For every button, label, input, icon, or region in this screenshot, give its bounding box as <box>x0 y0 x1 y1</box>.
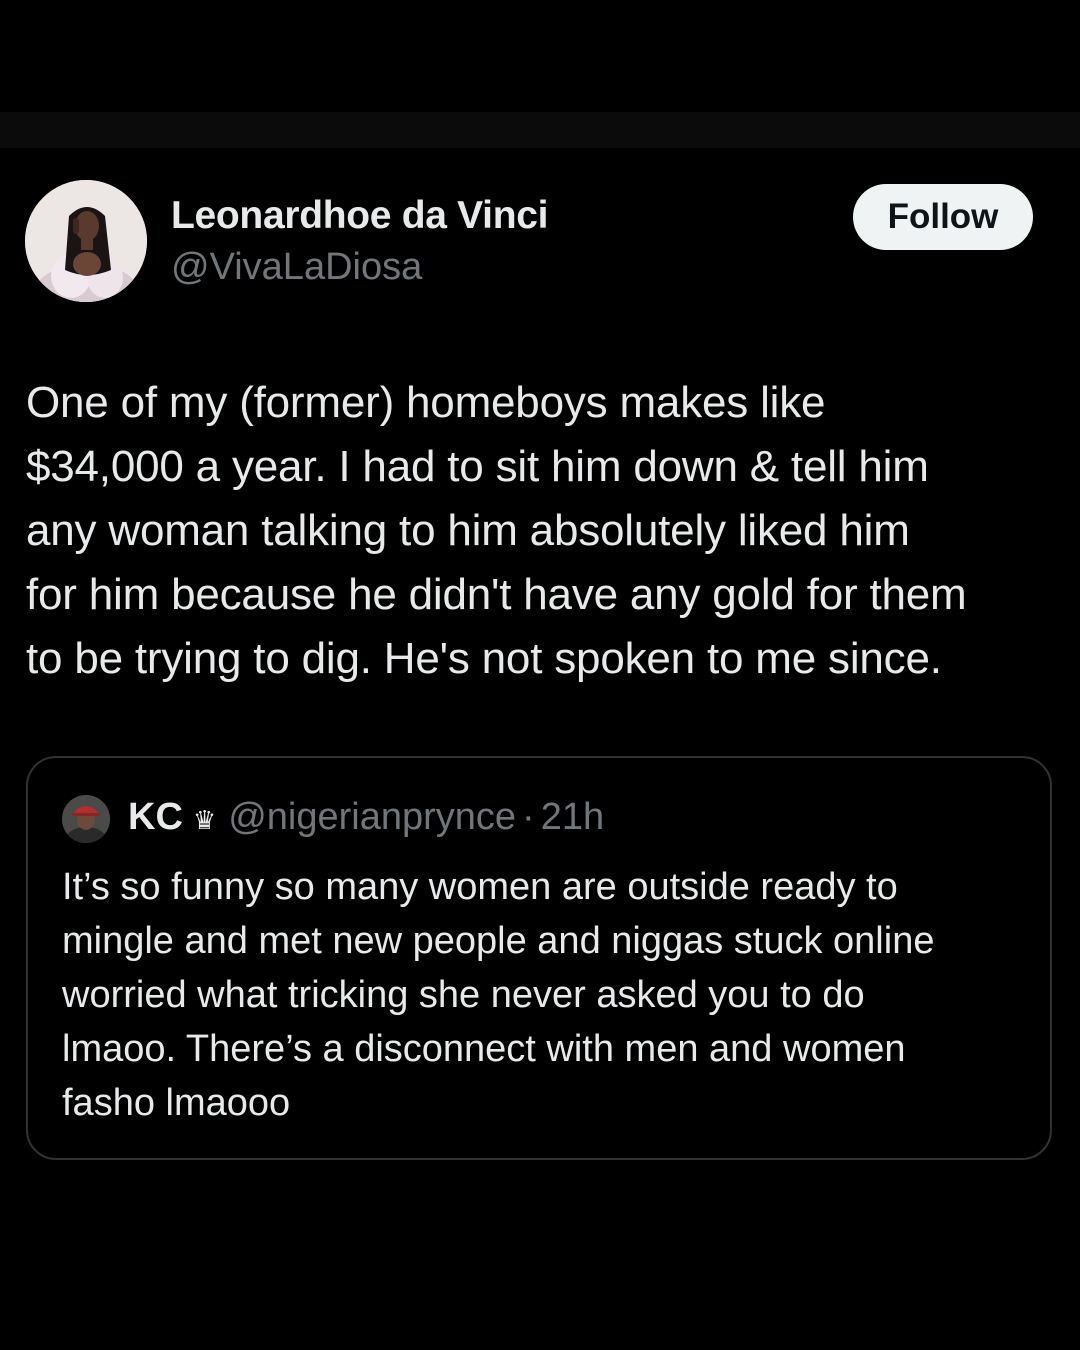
quoted-avatar-photo-icon <box>62 795 110 843</box>
author-avatar[interactable] <box>25 180 147 302</box>
quoted-tweet-time[interactable]: 21h <box>541 796 604 839</box>
author-name[interactable]: Leonardhoe da Vinci <box>171 194 548 238</box>
crown-icon: ♛ <box>192 805 217 835</box>
quoted-tweet-card[interactable]: KC ♛ @nigerianprynce · 21h It’s so funny… <box>26 756 1052 1160</box>
quoted-author-name[interactable]: KC <box>128 796 183 839</box>
follow-button[interactable]: Follow <box>853 184 1033 250</box>
author-handle[interactable]: @VivaLaDiosa <box>171 246 422 289</box>
quoted-tweet-header: KC ♛ @nigerianprynce · 21h <box>128 796 604 839</box>
quoted-author-handle[interactable]: @nigerianprynce <box>228 796 516 839</box>
top-divider-strip <box>0 112 1080 148</box>
quoted-author-avatar[interactable] <box>62 795 110 843</box>
quoted-tweet-text: It’s so funny so many women are outside … <box>62 866 935 1124</box>
tweet-text: One of my (former) homeboys makes like $… <box>26 378 967 683</box>
dot-separator: · <box>522 796 535 838</box>
avatar-photo-icon <box>25 180 147 302</box>
